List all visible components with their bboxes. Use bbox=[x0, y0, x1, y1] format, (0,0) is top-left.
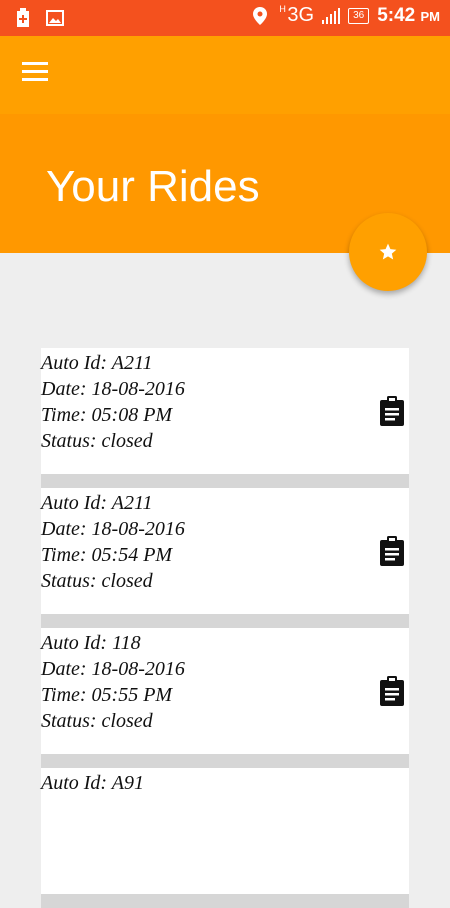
toolbar bbox=[0, 36, 450, 114]
status-right-icons: H 3G 36 5:42 PM bbox=[253, 4, 440, 27]
clock: 5:42 PM bbox=[377, 5, 440, 27]
ride-card[interactable]: Auto Id: 118 Date: 18-08-2016 Time: 05:5… bbox=[41, 628, 409, 768]
location-icon bbox=[253, 6, 268, 25]
ride-time: Time: 05:54 PM bbox=[41, 544, 173, 566]
ride-status: Status: closed bbox=[41, 570, 153, 592]
favorite-fab-button[interactable] bbox=[349, 213, 427, 291]
clipboard-icon[interactable] bbox=[379, 536, 405, 566]
network-type: H 3G bbox=[279, 4, 315, 27]
hamburger-menu-icon[interactable] bbox=[22, 62, 56, 88]
ride-time: Time: 05:08 PM bbox=[41, 404, 173, 426]
ride-time: Time: 05:55 PM bbox=[41, 684, 173, 706]
ride-auto-id: Auto Id: A91 bbox=[41, 772, 144, 794]
ride-auto-id: Auto Id: A211 bbox=[41, 492, 153, 514]
clock-ampm: PM bbox=[420, 8, 441, 24]
ride-card[interactable]: Auto Id: A91 bbox=[41, 768, 409, 908]
signal-icon bbox=[322, 7, 341, 24]
ride-date: Date: 18-08-2016 bbox=[41, 518, 185, 540]
ride-card[interactable]: Auto Id: A211 Date: 18-08-2016 Time: 05:… bbox=[41, 488, 409, 628]
network-label: 3G bbox=[287, 4, 315, 26]
status-bar: H 3G 36 5:42 PM bbox=[0, 0, 450, 36]
ride-auto-id: Auto Id: A211 bbox=[41, 352, 153, 374]
page-title: Your Rides bbox=[46, 162, 260, 211]
ride-card[interactable]: Auto Id: A211 Date: 18-08-2016 Time: 05:… bbox=[41, 348, 409, 488]
ride-details: Auto Id: A211 Date: 18-08-2016 Time: 05:… bbox=[41, 350, 185, 454]
status-left-icons bbox=[16, 8, 64, 28]
star-icon bbox=[379, 243, 397, 260]
battery-saver-icon bbox=[17, 8, 29, 27]
rides-list: Auto Id: A211 Date: 18-08-2016 Time: 05:… bbox=[41, 348, 409, 908]
ride-date: Date: 18-08-2016 bbox=[41, 658, 185, 680]
ride-status: Status: closed bbox=[41, 710, 153, 732]
ride-details: Auto Id: 118 Date: 18-08-2016 Time: 05:5… bbox=[41, 630, 185, 734]
gallery-icon bbox=[46, 10, 64, 26]
clock-time: 5:42 bbox=[377, 4, 416, 26]
network-prefix: H bbox=[279, 4, 286, 14]
ride-auto-id: Auto Id: 118 bbox=[41, 632, 141, 654]
clipboard-icon[interactable] bbox=[379, 396, 405, 426]
battery-level: 36 bbox=[348, 7, 370, 24]
ride-details: Auto Id: A211 Date: 18-08-2016 Time: 05:… bbox=[41, 490, 185, 594]
ride-status: Status: closed bbox=[41, 430, 153, 452]
clipboard-icon[interactable] bbox=[379, 676, 405, 706]
ride-date: Date: 18-08-2016 bbox=[41, 378, 185, 400]
ride-details: Auto Id: A91 bbox=[41, 770, 144, 796]
